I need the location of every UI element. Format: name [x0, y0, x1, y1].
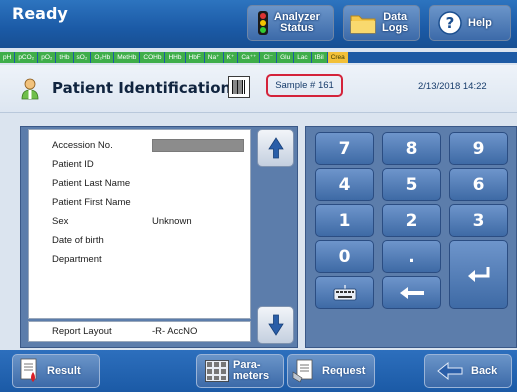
help-icon: ? [438, 11, 462, 35]
request-label: Request [322, 364, 366, 377]
keyboard-key[interactable] [315, 276, 374, 309]
page-title: Patient Identification [52, 79, 232, 97]
top-bar: Ready Analyzer Status Data Logs ? Help [0, 0, 517, 48]
param-hbf: HbF [185, 52, 204, 63]
key-6[interactable]: 6 [449, 168, 508, 201]
key-5[interactable]: 5 [382, 168, 441, 201]
parameter-strip: pH pCO₂ pO₂ tHb sO₂ O₂Hb MetHb COHb HHb … [0, 52, 517, 63]
department-label[interactable]: Department [52, 254, 102, 265]
parameters-button[interactable]: Para- meters [196, 354, 284, 388]
result-button[interactable]: Result [12, 354, 100, 388]
parameters-grid-icon [205, 360, 229, 382]
key-7[interactable]: 7 [315, 132, 374, 165]
param-cl: Cl⁻ [260, 52, 277, 63]
datetime: 2/13/2018 14:22 [418, 81, 487, 92]
scroll-down-button[interactable] [257, 306, 294, 344]
analyzer-status-label-2: Status [280, 22, 314, 34]
param-hhb: HHb [165, 52, 185, 63]
back-label: Back [471, 364, 498, 377]
key-decimal[interactable]: . [382, 240, 441, 273]
enter-key[interactable] [449, 240, 508, 309]
param-glu: Glu [277, 52, 294, 63]
report-layout-value: -R- AccNO [152, 326, 198, 337]
sex-value: Unknown [152, 216, 192, 227]
request-button[interactable]: Request [287, 354, 375, 388]
param-crea: Crea [327, 52, 348, 63]
patient-header: Patient Identification Sample # 161 2/13… [0, 65, 517, 113]
request-icon [292, 359, 313, 383]
param-ca: Ca⁺⁺ [238, 52, 260, 63]
parameters-label-2: meters [233, 370, 270, 382]
param-pco2: pCO₂ [15, 52, 38, 63]
backspace-arrow-icon [399, 286, 424, 299]
param-ph: pH [0, 52, 15, 63]
arrow-up-icon [267, 137, 284, 159]
accession-label[interactable]: Accession No. [52, 140, 113, 151]
keyboard-icon [333, 284, 356, 300]
status-title: Ready [12, 4, 68, 23]
bottom-bar: Result Para- meters Request Back [0, 350, 517, 392]
barcode-icon[interactable] [228, 76, 250, 98]
key-3[interactable]: 3 [449, 204, 508, 237]
param-lac: Lac [294, 52, 311, 63]
param-thb: tHb [56, 52, 73, 63]
report-layout-label: Report Layout [52, 326, 112, 337]
key-2[interactable]: 2 [382, 204, 441, 237]
dob-label[interactable]: Date of birth [52, 235, 104, 246]
accession-field[interactable] [152, 139, 244, 152]
report-layout-row[interactable]: Report Layout -R- AccNO [28, 321, 251, 342]
svg-text:?: ? [446, 14, 455, 32]
param-k: K⁺ [223, 52, 238, 63]
first-name-label[interactable]: Patient First Name [52, 197, 131, 208]
key-1[interactable]: 1 [315, 204, 374, 237]
back-arrow-icon [437, 361, 463, 381]
sample-number: Sample # 161 [266, 74, 343, 97]
numeric-keypad: 7 8 9 4 5 6 1 2 3 0 . [305, 126, 517, 348]
help-button[interactable]: ? Help [429, 5, 511, 41]
patient-icon [21, 78, 39, 100]
patient-info-panel: Accession No. Patient ID Patient Last Na… [20, 126, 298, 348]
result-icon [20, 358, 37, 382]
arrow-down-icon [267, 314, 284, 336]
help-label: Help [468, 16, 492, 29]
key-9[interactable]: 9 [449, 132, 508, 165]
patient-id-label[interactable]: Patient ID [52, 159, 94, 170]
key-4[interactable]: 4 [315, 168, 374, 201]
param-po2: pO₂ [38, 52, 56, 63]
backspace-key[interactable] [382, 276, 441, 309]
enter-icon [467, 266, 489, 282]
analyzer-status-button[interactable]: Analyzer Status [247, 5, 334, 41]
param-cohb: COHb [140, 52, 165, 63]
data-logs-label-2: Logs [382, 22, 409, 34]
key-8[interactable]: 8 [382, 132, 441, 165]
param-methb: MetHb [114, 52, 140, 63]
back-button[interactable]: Back [424, 354, 512, 388]
sex-label[interactable]: Sex [52, 216, 68, 227]
data-logs-button[interactable]: Data Logs [343, 5, 420, 41]
param-o2hb: O₂Hb [91, 52, 114, 63]
scroll-up-button[interactable] [257, 129, 294, 167]
folder-icon [350, 15, 376, 34]
last-name-label[interactable]: Patient Last Name [52, 178, 130, 189]
param-so2: sO₂ [73, 52, 91, 63]
result-label: Result [47, 364, 81, 377]
param-tbil: tBil [311, 52, 327, 63]
key-0[interactable]: 0 [315, 240, 374, 273]
traffic-light-icon [258, 11, 268, 35]
patient-fields-list: Accession No. Patient ID Patient Last Na… [28, 129, 251, 319]
param-na: Na⁺ [204, 52, 223, 63]
